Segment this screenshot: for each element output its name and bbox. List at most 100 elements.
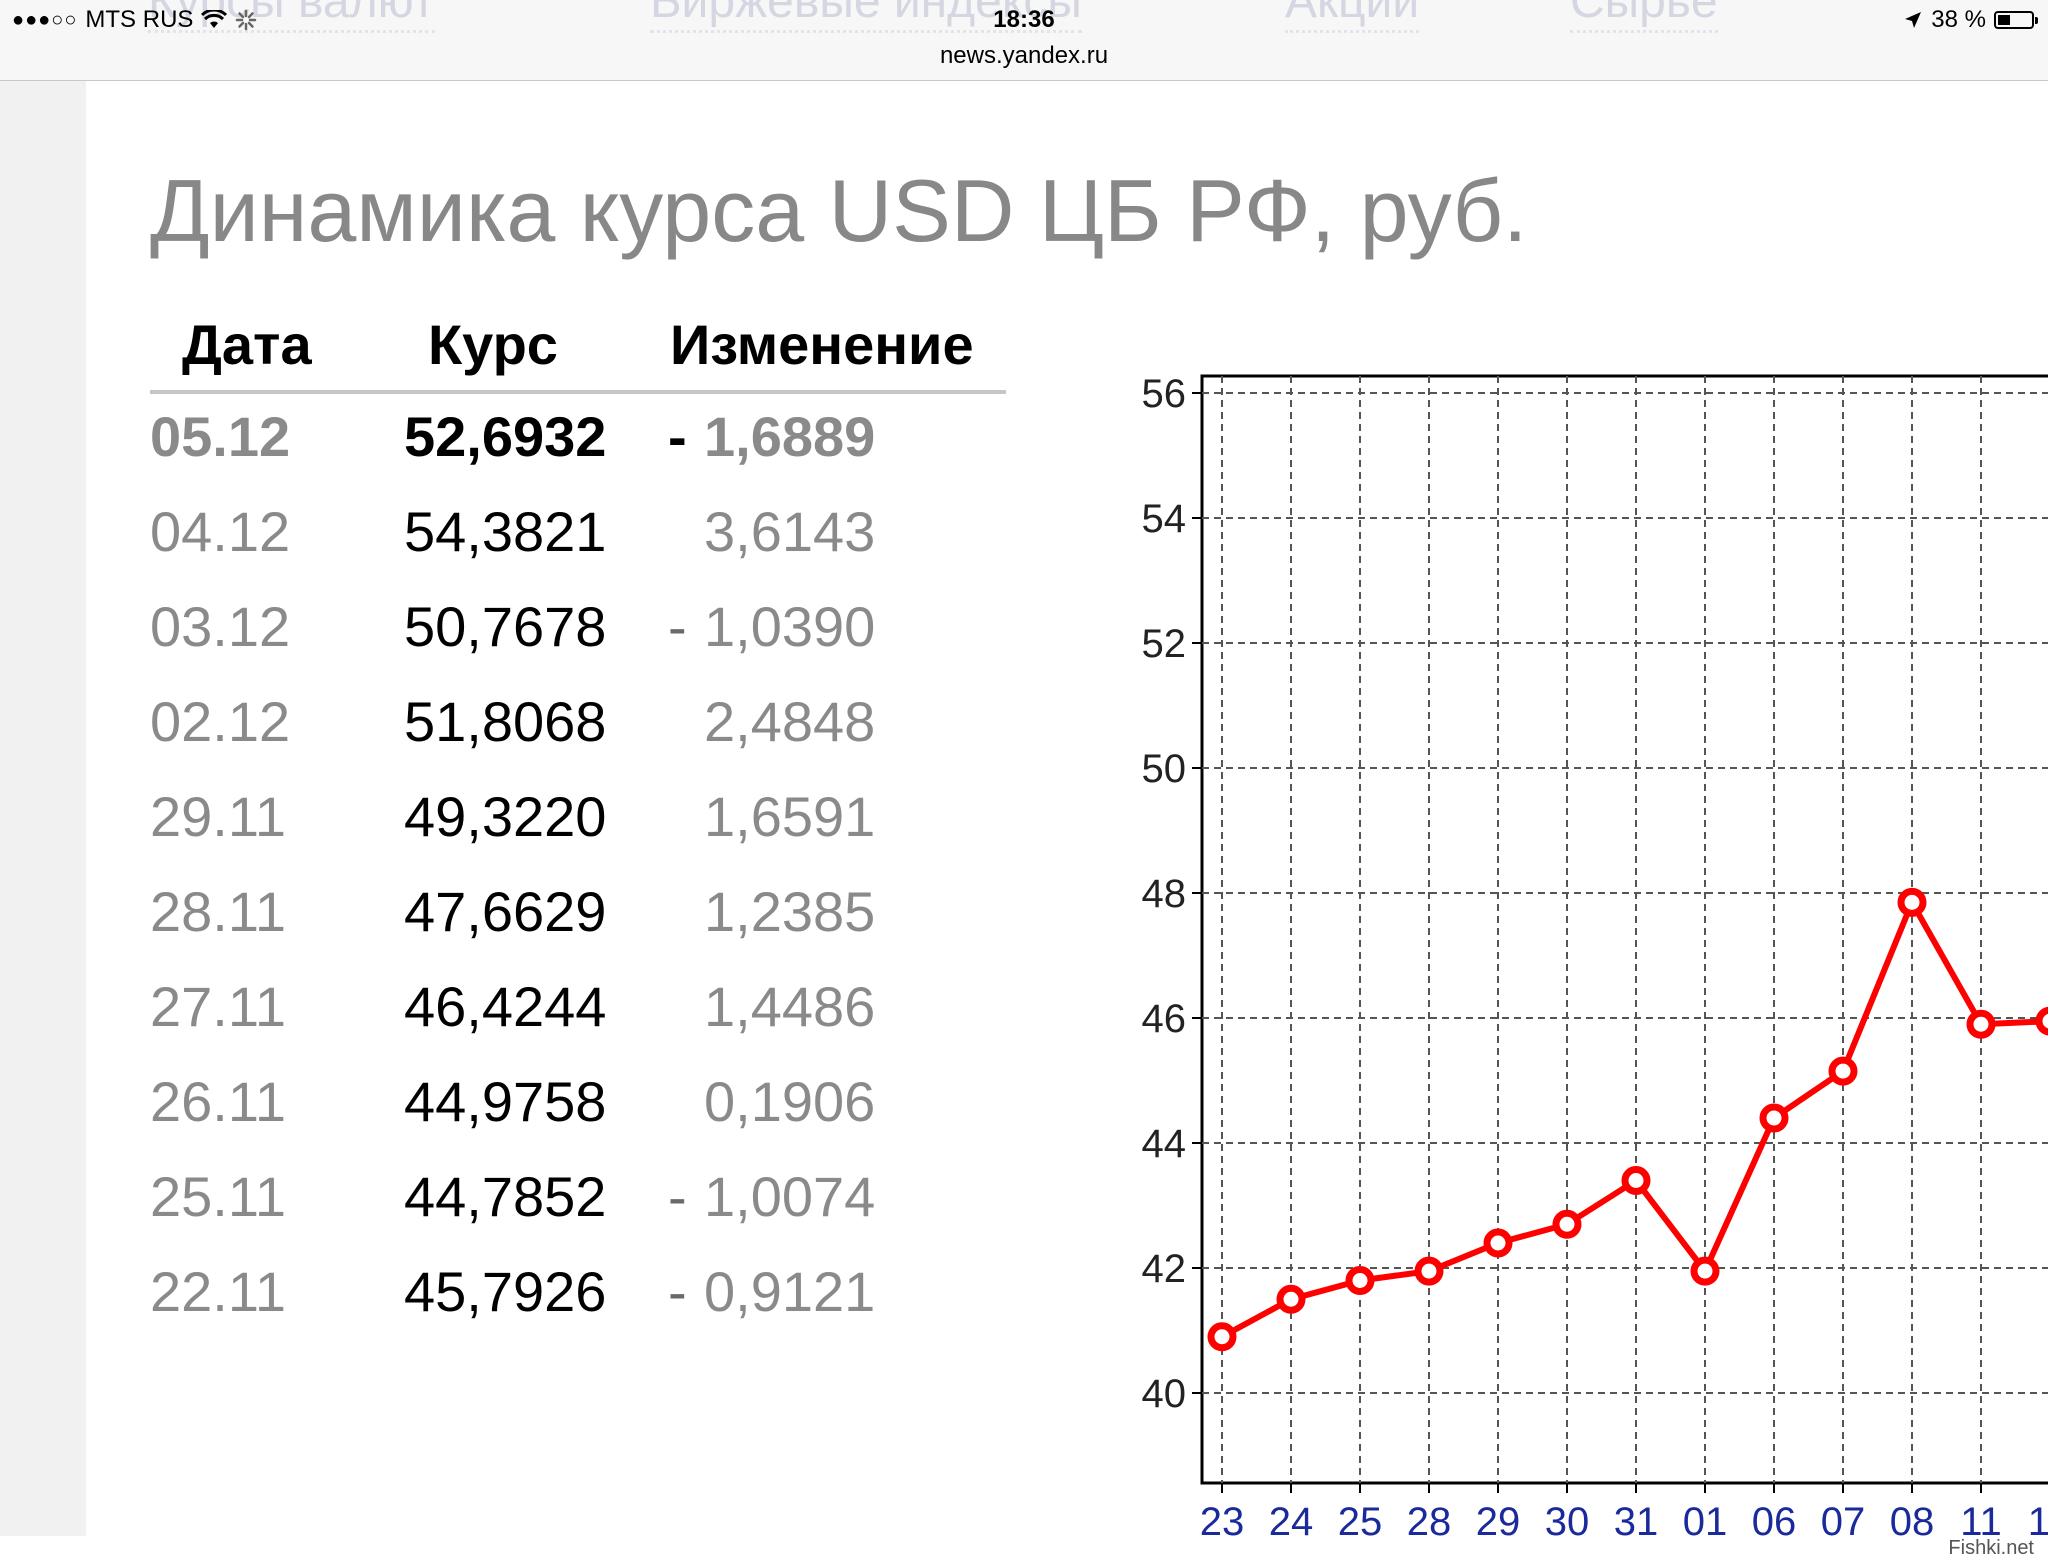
row-date: 28.11 bbox=[150, 880, 286, 943]
data-point bbox=[1483, 1228, 1513, 1258]
y-tick-label: 50 bbox=[1142, 747, 1187, 791]
x-tick-label: 31 bbox=[1614, 1500, 1659, 1536]
header-change: Изменение bbox=[670, 313, 974, 376]
table-body: 05.12 52,6932-1,6889 04.12 54,3821 3,6143 03.… bbox=[150, 394, 1006, 1344]
data-point bbox=[1276, 1284, 1306, 1314]
change-value: 1,6591 bbox=[704, 785, 876, 848]
x-tick-label: 12 bbox=[2028, 1500, 2048, 1536]
page-title: Динамика курса USD ЦБ РФ, руб. bbox=[150, 161, 1528, 260]
x-tick-label: 29 bbox=[1476, 1500, 1521, 1536]
row-date: 03.12 bbox=[150, 595, 291, 658]
row-rate: 51,8068 bbox=[404, 690, 607, 753]
table-row: 22.11 45,7926-0,9121 bbox=[150, 1249, 1006, 1344]
y-tick-label: 48 bbox=[1142, 872, 1187, 916]
x-tick-label: 08 bbox=[1890, 1500, 1935, 1536]
y-tick-label: 40 bbox=[1142, 1372, 1187, 1416]
change-value: 1,6889 bbox=[704, 405, 876, 468]
row-rate: 44,9758 bbox=[404, 1070, 607, 1133]
battery-percent: 38 % bbox=[1931, 6, 1986, 33]
rate-chart-svg: 40 42 44 46 48 50 52 54 56 23 24 25 28 29 30 31 01 06 07 08… bbox=[1142, 372, 2048, 1544]
change-sign: - bbox=[668, 595, 687, 658]
clock: 18:36 bbox=[993, 6, 1055, 33]
x-tick-label: 11 bbox=[1960, 1500, 2002, 1536]
row-date: 22.11 bbox=[150, 1260, 286, 1323]
change-sign: - bbox=[668, 405, 687, 468]
row-date: 05.12 bbox=[150, 405, 291, 468]
location-arrow-icon bbox=[1905, 12, 1922, 28]
data-point bbox=[1207, 1322, 1237, 1352]
table-row: 28.11 47,6629 1,2385 bbox=[150, 869, 1006, 964]
y-tick-label: 44 bbox=[1142, 1122, 1187, 1166]
x-tick-label: 07 bbox=[1821, 1500, 1866, 1536]
y-tick-label: 56 bbox=[1142, 372, 1187, 416]
y-tick-label: 54 bbox=[1142, 497, 1187, 541]
table-row: 29.11 49,3220 1,6591 bbox=[150, 774, 1006, 869]
change-value: 0,1906 bbox=[704, 1070, 876, 1133]
watermark: Fishki.net bbox=[1948, 1537, 2034, 1559]
left-gutter bbox=[0, 81, 86, 1536]
x-tick-label: 25 bbox=[1338, 1500, 1383, 1536]
table-row: 27.11 46,4244 1,4486 bbox=[150, 964, 1006, 1059]
row-rate: 44,7852 bbox=[404, 1165, 607, 1228]
x-tick-label: 30 bbox=[1545, 1500, 1590, 1536]
table-row: 04.12 54,3821 3,6143 bbox=[150, 489, 1006, 584]
row-date: 27.11 bbox=[150, 975, 286, 1038]
x-tick-label: 24 bbox=[1269, 1500, 1314, 1536]
table-row: 25.11 44,7852-1,0074 bbox=[150, 1154, 1006, 1249]
status-bar: Курсы валют Биржевые индексы Акции Сырье… bbox=[0, 0, 2048, 81]
change-value: 2,4848 bbox=[704, 690, 876, 753]
rate-chart: 40 42 44 46 48 50 52 54 56 23 24 25 28 29 30 31 01 06 07 08… bbox=[1090, 370, 2048, 1544]
change-value: 0,9121 bbox=[704, 1260, 876, 1323]
row-rate: 50,7678 bbox=[404, 595, 607, 658]
row-rate: 45,7926 bbox=[404, 1260, 607, 1323]
row-rate: 54,3821 bbox=[404, 500, 607, 563]
row-rate: 47,6629 bbox=[404, 880, 607, 943]
data-point bbox=[1966, 1009, 1996, 1039]
row-rate: 52,6932 bbox=[404, 405, 607, 468]
data-point bbox=[1552, 1209, 1582, 1239]
table-row: 05.12 52,6932-1,6889 bbox=[150, 394, 1006, 489]
data-point bbox=[1621, 1166, 1651, 1195]
header-rate: Курс bbox=[428, 313, 558, 376]
change-value: 1,2385 bbox=[704, 880, 876, 943]
battery-level-fill bbox=[1998, 15, 2011, 25]
row-date: 26.11 bbox=[150, 1070, 286, 1133]
y-tick-label: 52 bbox=[1142, 622, 1187, 666]
y-tick-label: 42 bbox=[1142, 1247, 1187, 1291]
rates-table: Дата Курс Изменение 05.12 52,6932-1,6889 0… bbox=[150, 300, 1006, 1344]
data-point bbox=[1828, 1056, 1858, 1086]
plot-frame bbox=[1200, 374, 2048, 1485]
table-header: Дата Курс Изменение bbox=[150, 300, 1006, 394]
data-point bbox=[1690, 1256, 1720, 1286]
table-row: 26.11 44,9758 0,1906 bbox=[150, 1059, 1006, 1154]
x-tick-label: 28 bbox=[1407, 1500, 1452, 1536]
header-date: Дата bbox=[182, 313, 312, 376]
change-value: 1,0390 bbox=[704, 595, 876, 658]
row-date: 02.12 bbox=[150, 690, 291, 753]
table-row: 02.12 51,8068 2,4848 bbox=[150, 679, 1006, 774]
row-date: 25.11 bbox=[150, 1165, 286, 1228]
change-sign: - bbox=[668, 1165, 687, 1228]
row-rate: 49,3220 bbox=[404, 785, 607, 848]
change-value: 1,0074 bbox=[704, 1165, 876, 1228]
change-value: 1,4486 bbox=[704, 975, 876, 1038]
x-tick-label: 01 bbox=[1683, 1500, 1728, 1536]
status-right-group: 38 % bbox=[1903, 6, 2038, 34]
data-point bbox=[1897, 887, 1927, 917]
change-value: 3,6143 bbox=[704, 500, 876, 563]
address-bar[interactable]: news.yandex.ru bbox=[0, 42, 2048, 70]
data-point bbox=[2035, 1006, 2048, 1036]
data-point bbox=[1759, 1103, 1789, 1133]
bottom-bar bbox=[0, 1536, 2048, 1566]
row-rate: 46,4244 bbox=[404, 975, 607, 1038]
change-sign: - bbox=[668, 1260, 687, 1323]
x-tick-label: 23 bbox=[1200, 1500, 1245, 1536]
y-tick-label: 46 bbox=[1142, 997, 1187, 1041]
data-point bbox=[1345, 1266, 1375, 1295]
row-date: 29.11 bbox=[150, 785, 286, 848]
row-date: 04.12 bbox=[150, 500, 291, 563]
battery-icon bbox=[1994, 11, 2038, 29]
table-row: 03.12 50,7678-1,0390 bbox=[150, 584, 1006, 679]
data-point bbox=[1414, 1256, 1444, 1286]
x-tick-label: 06 bbox=[1752, 1500, 1797, 1536]
